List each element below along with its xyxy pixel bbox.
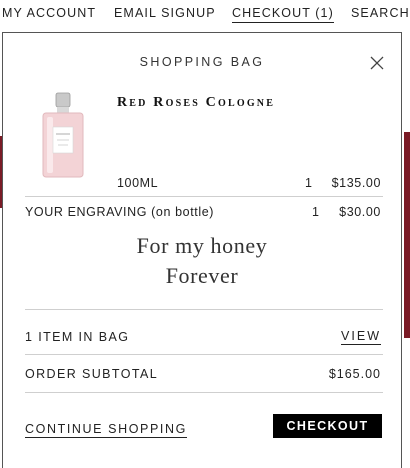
product-quantity: 1 bbox=[305, 176, 313, 190]
divider bbox=[25, 196, 383, 197]
page-background-strip bbox=[404, 132, 410, 338]
email-signup-link[interactable]: EMAIL SIGNUP bbox=[114, 6, 216, 20]
divider bbox=[25, 309, 383, 310]
continue-shopping-link[interactable]: CONTINUE SHOPPING bbox=[25, 422, 187, 438]
top-navigation: MY ACCOUNT EMAIL SIGNUP CHECKOUT (1) SEA… bbox=[0, 0, 410, 30]
engraving-text-line-2: Forever bbox=[165, 263, 239, 288]
engraving-label: YOUR ENGRAVING (on bottle) bbox=[25, 205, 215, 219]
product-price: $135.00 bbox=[331, 176, 381, 190]
search-link[interactable]: SEARCH bbox=[351, 6, 410, 20]
engraving-quantity: 1 bbox=[312, 205, 320, 219]
checkout-button[interactable]: CHECKOUT bbox=[273, 414, 382, 438]
divider bbox=[25, 354, 383, 355]
panel-title: SHOPPING BAG bbox=[139, 55, 265, 69]
shopping-bag-panel: SHOPPING BAG Red Roses Cologne 100ML 1 $… bbox=[2, 32, 402, 468]
order-subtotal-value: $165.00 bbox=[328, 367, 381, 381]
items-in-bag-count: 1 ITEM IN BAG bbox=[25, 330, 130, 344]
view-bag-link[interactable]: VIEW bbox=[341, 329, 381, 345]
product-size: 100ML bbox=[117, 176, 159, 190]
engraving-text-line-1: For my honey bbox=[136, 233, 268, 258]
product-name[interactable]: Red Roses Cologne bbox=[117, 95, 275, 111]
checkout-nav-link[interactable]: CHECKOUT (1) bbox=[232, 6, 334, 23]
cologne-bottle-image bbox=[42, 92, 84, 178]
engraving-price: $30.00 bbox=[339, 205, 381, 219]
divider bbox=[25, 392, 383, 393]
order-subtotal-label: ORDER SUBTOTAL bbox=[25, 367, 159, 381]
close-icon[interactable] bbox=[369, 55, 385, 71]
my-account-link[interactable]: MY ACCOUNT bbox=[2, 6, 96, 20]
